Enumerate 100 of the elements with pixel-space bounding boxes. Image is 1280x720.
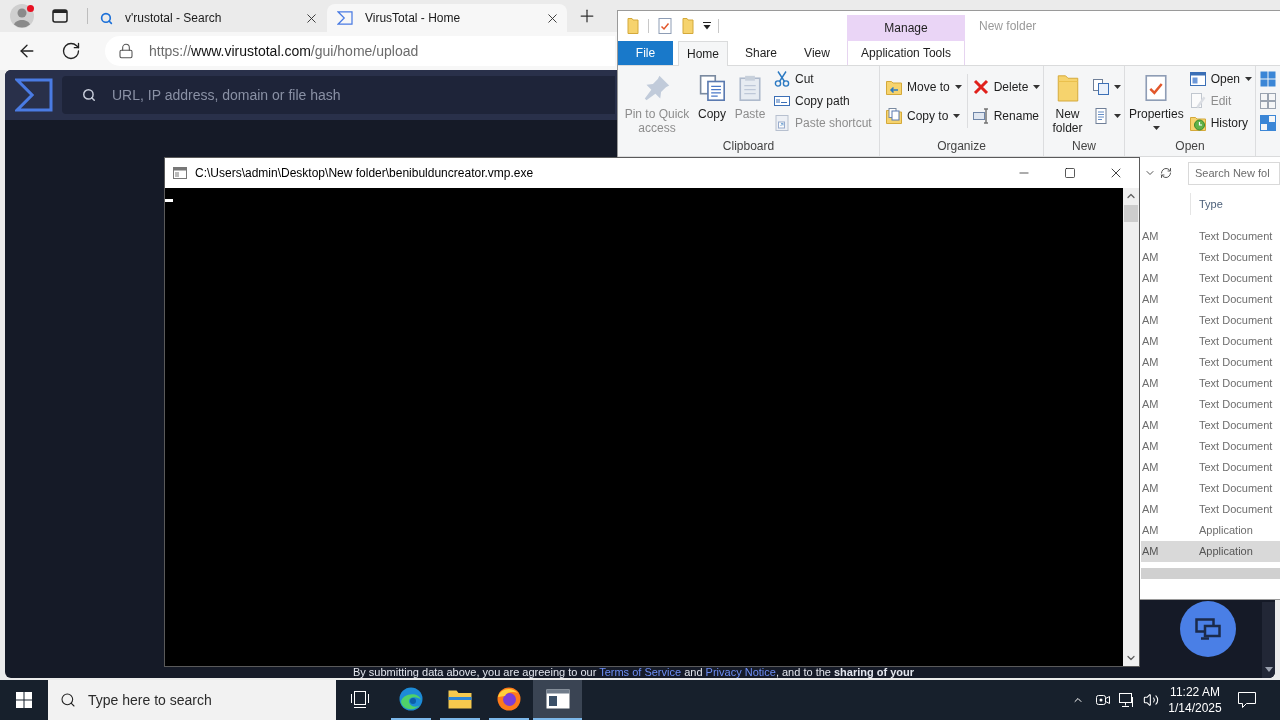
file-row[interactable]: AM Text Document <box>1141 478 1280 499</box>
ribbon-button[interactable]: History <box>1186 112 1255 134</box>
address-field[interactable]: https://www.virustotal.com/gui/home/upload <box>105 36 615 66</box>
ribbon-tab[interactable]: Home <box>678 41 728 66</box>
date-cell: AM <box>1142 251 1159 264</box>
ribbon-button[interactable]: Rename <box>969 101 1044 130</box>
file-row[interactable]: AM Text Document <box>1141 373 1280 394</box>
ribbon-button[interactable]: Open <box>1186 68 1255 90</box>
ribbon-button[interactable]: Properties <box>1128 66 1185 136</box>
ribbon-button[interactable]: Copy <box>695 66 729 136</box>
grid-icon <box>1260 115 1276 131</box>
monitor-icon <box>1195 618 1221 640</box>
file-row[interactable]: AM Text Document <box>1141 289 1280 310</box>
edit-icon <box>1189 93 1206 109</box>
avatar-icon[interactable] <box>10 4 34 28</box>
type-cell: Text Document <box>1199 272 1273 285</box>
column-header[interactable]: Type <box>1199 195 1223 213</box>
grid-icon <box>1260 93 1276 109</box>
caret-icon[interactable] <box>702 22 712 30</box>
logo-icon[interactable] <box>15 78 53 112</box>
privacy-link[interactable]: Privacy Notice <box>705 666 776 678</box>
type-cell: Text Document <box>1199 440 1273 453</box>
browser-tab[interactable]: v'rustotal - Search <box>90 4 326 32</box>
window-icon <box>1189 71 1206 87</box>
shortcut-icon <box>774 115 790 131</box>
clock-time[interactable]: 11:22 AM <box>1170 684 1220 700</box>
file-row[interactable]: AM Text Document <box>1141 352 1280 373</box>
pin-icon <box>644 74 670 102</box>
task-view-icon <box>350 691 370 709</box>
ribbon-button[interactable]: Move to <box>883 72 965 101</box>
maximize-icon[interactable] <box>1064 167 1076 179</box>
cursor-icon <box>165 199 173 202</box>
refresh-icon[interactable] <box>1160 167 1172 179</box>
caret-down-icon[interactable] <box>1264 667 1273 672</box>
notification-icon[interactable] <box>1238 692 1256 708</box>
file-row[interactable]: AM Text Document <box>1141 436 1280 457</box>
file-row[interactable]: AM Text Document <box>1141 247 1280 268</box>
search-field[interactable]: Search New fol <box>1188 161 1280 185</box>
horizontal-scrollbar[interactable] <box>1141 568 1280 579</box>
ribbon-tab[interactable]: View <box>790 41 844 65</box>
ribbon-button[interactable]: Delete <box>969 72 1044 101</box>
volume-icon[interactable] <box>1143 692 1159 708</box>
type-cell: Application <box>1199 545 1253 558</box>
document-check-icon[interactable] <box>657 18 673 34</box>
properties-icon <box>1143 74 1170 102</box>
date-cell: AM <box>1142 314 1159 327</box>
file-row[interactable]: AM Text Document <box>1141 310 1280 331</box>
file-row[interactable]: AM Application <box>1141 541 1280 562</box>
ribbon-button[interactable]: Cut <box>771 68 875 90</box>
type-cell: Text Document <box>1199 293 1273 306</box>
ribbon-group-label: Clipboard <box>722 138 775 155</box>
date-cell: AM <box>1142 461 1159 474</box>
console-window-icon <box>173 167 187 179</box>
ribbon-button[interactable]: New folder <box>1047 66 1088 136</box>
network-icon[interactable] <box>1119 692 1135 708</box>
type-cell: Application <box>1199 524 1253 537</box>
vertical-scrollbar[interactable] <box>1123 188 1139 666</box>
file-row[interactable]: AM Application <box>1141 520 1280 541</box>
date-cell: AM <box>1142 524 1159 537</box>
file-row[interactable]: AM Text Document <box>1141 268 1280 289</box>
file-row[interactable]: AM Text Document <box>1141 415 1280 436</box>
webcam-icon[interactable] <box>1095 692 1111 708</box>
file-row[interactable]: AM Text Document <box>1141 499 1280 520</box>
ribbon-tab[interactable]: Share <box>732 41 790 65</box>
type-cell: Text Document <box>1199 335 1273 348</box>
folder-icon <box>447 689 472 709</box>
file-row[interactable]: AM Text Document <box>1141 331 1280 352</box>
file-row[interactable]: AM Text Document <box>1141 394 1280 415</box>
date-cell: AM <box>1142 293 1159 306</box>
clock-date[interactable]: 1/14/2025 <box>1168 700 1222 716</box>
ribbon-button[interactable]: Copy to <box>883 101 965 130</box>
ribbon-tab[interactable]: File <box>618 41 673 65</box>
file-row[interactable]: AM Text Document <box>1141 226 1280 247</box>
type-cell: Text Document <box>1199 314 1273 327</box>
taskbar-app-button[interactable] <box>533 680 582 720</box>
date-cell: AM <box>1142 356 1159 369</box>
scrollbar-thumb[interactable] <box>1124 205 1138 222</box>
windows-icon[interactable] <box>16 692 32 708</box>
ribbon-button[interactable]: Copy path <box>771 90 875 112</box>
page-scrollbar[interactable] <box>1262 602 1275 678</box>
type-cell: Text Document <box>1199 419 1273 432</box>
file-row[interactable]: AM Text Document <box>1141 457 1280 478</box>
firefox-icon <box>496 687 521 711</box>
browser-tab[interactable]: VirusTotal - Home <box>327 4 567 32</box>
clipboard-icon <box>737 74 763 102</box>
documents-icon <box>699 74 725 102</box>
reload-icon[interactable] <box>61 41 81 61</box>
date-cell: AM <box>1142 503 1159 516</box>
terms-link[interactable]: Terms of Service <box>599 666 682 678</box>
scissors-icon <box>774 71 790 87</box>
date-cell: AM <box>1142 335 1159 348</box>
folder-documents-icon <box>886 107 902 124</box>
path-field-icon <box>774 93 790 109</box>
taskbar-search-field[interactable]: Type here to search <box>48 680 336 720</box>
delete-icon <box>972 78 989 95</box>
folder-arrow-icon <box>886 78 902 95</box>
search-field[interactable]: URL, IP address, domain or file hash <box>62 76 615 114</box>
tab-actions-icon[interactable] <box>52 8 68 24</box>
window-title: New folder <box>979 18 1037 35</box>
type-cell: Text Document <box>1199 251 1273 264</box>
